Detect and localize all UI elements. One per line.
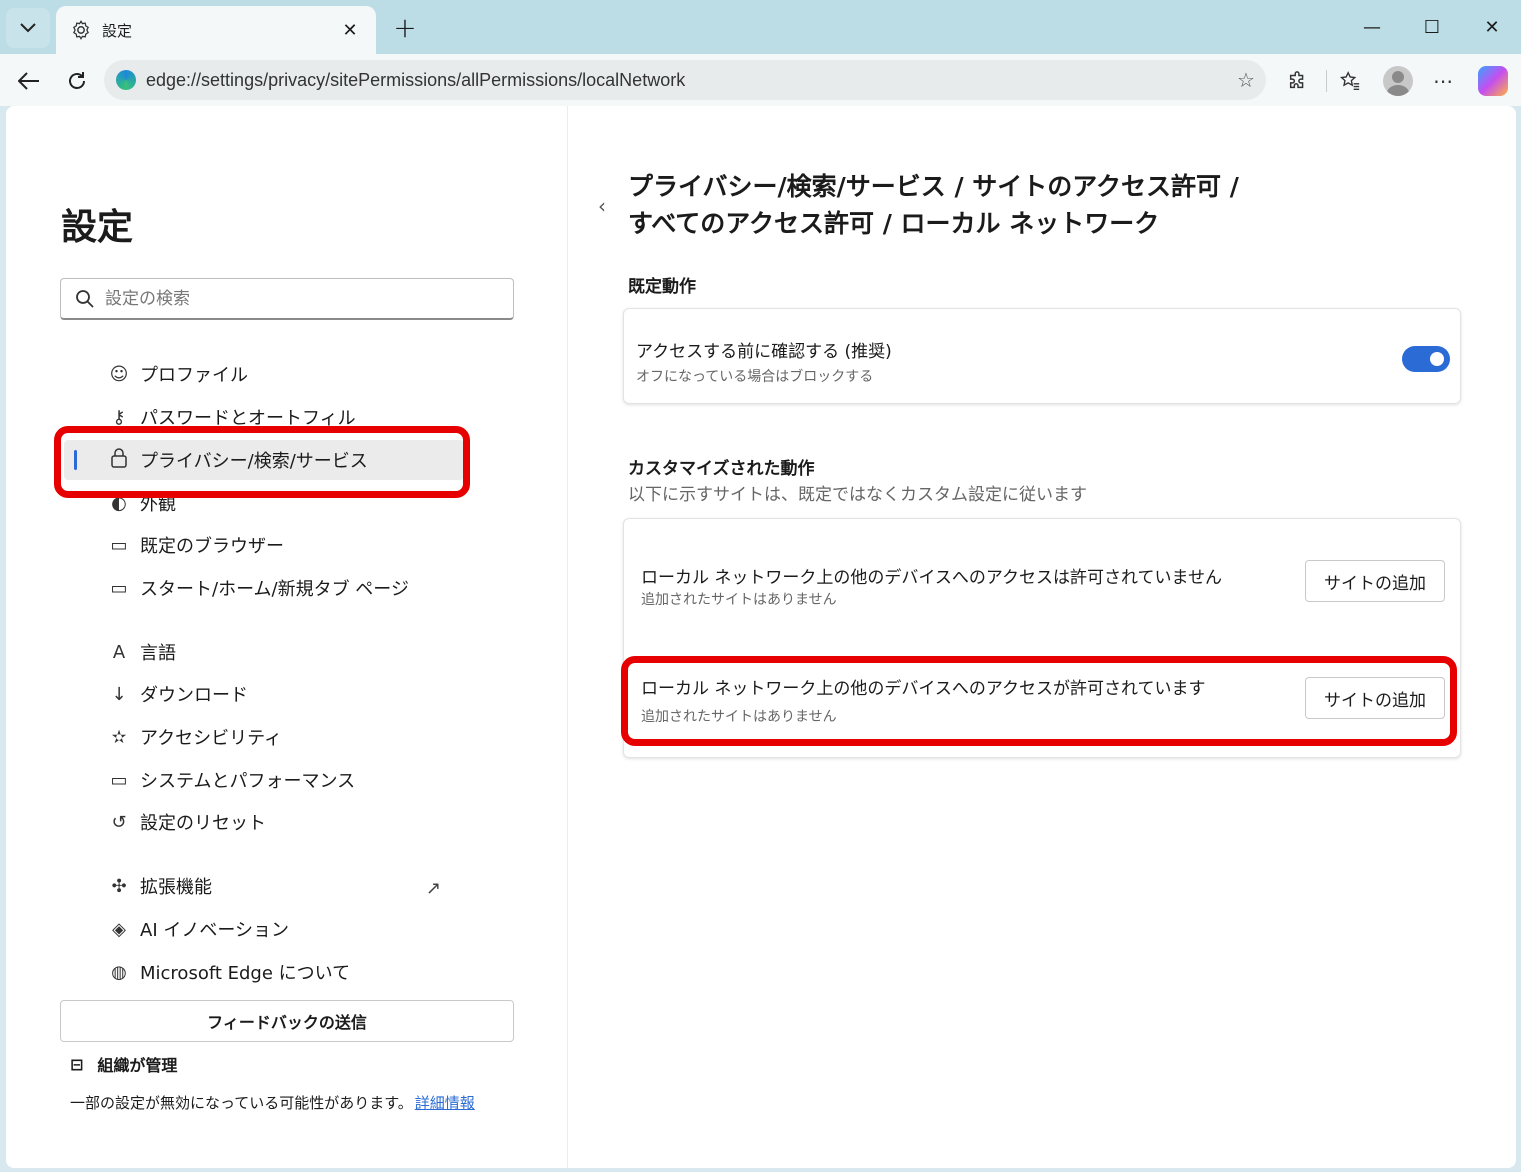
new-tab-button[interactable]: + xyxy=(390,11,420,44)
more-menu-button[interactable]: ⋯ xyxy=(1426,64,1460,98)
highlight-allowed-row xyxy=(621,656,1457,746)
close-tab-icon[interactable]: ✕ xyxy=(338,20,362,41)
sidebar-item-label: 既定のブラウザー xyxy=(140,536,284,557)
arrow-left-icon xyxy=(18,72,39,90)
managed-label: 組織が管理 xyxy=(97,1056,178,1075)
browser-icon: ▭ xyxy=(110,534,128,556)
sidebar-item-label: 言語 xyxy=(140,643,176,664)
ask-before-access-title: アクセスする前に確認する (推奨) xyxy=(636,342,892,362)
add-blocked-site-button[interactable]: サイトの追加 xyxy=(1305,560,1445,602)
page-title: 設定 xyxy=(61,207,134,248)
profile-avatar[interactable] xyxy=(1383,66,1413,96)
title-bar: 設定 ✕ + — ☐ ✕ xyxy=(0,0,1521,54)
tab-settings[interactable]: 設定 ✕ xyxy=(56,6,376,54)
sidebar-item-profile[interactable]: ☺ プロファイル xyxy=(64,354,464,394)
blocked-title: ローカル ネットワーク上の他のデバイスへのアクセスは許可されていません xyxy=(641,568,1223,588)
minimize-button[interactable]: — xyxy=(1352,10,1392,44)
sidebar-item-label: システムとパフォーマンス xyxy=(140,771,356,792)
laptop-icon: ▭ xyxy=(110,769,128,791)
sidebar-item-system[interactable]: ▭ システムとパフォーマンス xyxy=(64,760,464,800)
refresh-icon xyxy=(69,72,85,89)
sidebar-item-label: 拡張機能 xyxy=(140,877,212,898)
back-button[interactable] xyxy=(12,64,46,98)
gear-icon xyxy=(73,20,89,40)
breadcrumb-line-2: すべてのアクセス許可 / ローカル ネットワーク xyxy=(628,209,1160,238)
highlight-privacy-item xyxy=(54,426,470,498)
address-bar[interactable]: edge://settings/privacy/sitePermissions/… xyxy=(104,60,1266,100)
accessibility-icon: ✫ xyxy=(111,726,127,748)
sidebar-item-start-home[interactable]: ▭ スタート/ホーム/新規タブ ページ xyxy=(64,568,464,608)
ask-before-access-sub: オフになっている場合はブロックする xyxy=(636,369,874,385)
breadcrumb: プライバシー/検索/サービス / サイトのアクセス許可 / すべてのアクセス許可… xyxy=(628,168,1348,242)
chevron-down-icon xyxy=(20,23,36,33)
sidebar-item-language[interactable]: A 言語 xyxy=(64,632,464,672)
blocked-sub: 追加されたサイトはありません xyxy=(641,592,837,608)
default-behavior-heading: 既定動作 xyxy=(628,277,696,297)
favorites-button[interactable] xyxy=(1333,64,1367,98)
edge-icon: ◍ xyxy=(111,961,127,983)
settings-search[interactable] xyxy=(60,278,514,320)
settings-content: 設定 ☺ プロファイル ⚷ パスワードとオートフィル プライバシー/検索/サービ… xyxy=(6,106,1516,1168)
sidebar-item-label: Microsoft Edge について xyxy=(140,963,351,984)
managed-note: 一部の設定が無効になっている可能性があります。 詳細情報 xyxy=(70,1092,475,1113)
close-window-button[interactable]: ✕ xyxy=(1472,10,1512,44)
managed-note-text: 一部の設定が無効になっている可能性があります。 xyxy=(70,1094,413,1112)
puzzle-icon: ✣ xyxy=(111,875,127,897)
refresh-button[interactable] xyxy=(60,64,94,98)
custom-behavior-heading: カスタマイズされた動作 xyxy=(628,459,815,479)
feedback-button[interactable]: フィードバックの送信 xyxy=(60,1000,514,1042)
puzzle-icon xyxy=(1289,71,1304,89)
back-chevron-icon[interactable]: ‹ xyxy=(598,194,606,218)
sidebar-item-label: スタート/ホーム/新規タブ ページ xyxy=(140,579,409,600)
language-icon: A xyxy=(112,641,126,663)
maximize-button[interactable]: ☐ xyxy=(1412,10,1452,44)
reset-icon: ↺ xyxy=(111,811,127,833)
sidebar-item-label: AI イノベーション xyxy=(140,920,289,941)
favorite-star-icon[interactable]: ☆ xyxy=(1226,68,1266,92)
sidebar-item-label: プロファイル xyxy=(140,365,248,386)
tab-actions-button[interactable] xyxy=(6,8,50,48)
managed-by-org: ⊟ 組織が管理 xyxy=(70,1052,177,1076)
sidebar-item-ai-innovation[interactable]: ◈ AI イノベーション xyxy=(64,909,464,949)
settings-sidebar: 設定 ☺ プロファイル ⚷ パスワードとオートフィル プライバシー/検索/サービ… xyxy=(6,106,568,1168)
download-icon: ↓ xyxy=(111,683,127,705)
sidebar-item-label: ダウンロード xyxy=(140,685,248,706)
breadcrumb-line-1: プライバシー/検索/サービス / サイトのアクセス許可 / xyxy=(628,172,1239,201)
favorites-icon xyxy=(1340,71,1360,90)
briefcase-icon: ⊟ xyxy=(70,1054,84,1074)
search-input[interactable] xyxy=(105,288,513,309)
ask-before-access-toggle[interactable] xyxy=(1402,346,1450,372)
custom-behavior-sub: 以下に示すサイトは、既定ではなくカスタム設定に従います xyxy=(628,485,1087,505)
key-icon: ⚷ xyxy=(112,406,126,428)
sidebar-item-downloads[interactable]: ↓ ダウンロード xyxy=(64,674,464,714)
ellipsis-icon: ⋯ xyxy=(1433,69,1453,93)
home-page-icon: ▭ xyxy=(110,577,128,599)
external-link-icon[interactable]: ↗ xyxy=(426,878,441,899)
default-behavior-card: アクセスする前に確認する (推奨) オフになっている場合はブロックする xyxy=(623,308,1461,404)
ai-icon: ◈ xyxy=(112,918,126,940)
sidebar-item-default-browser[interactable]: ▭ 既定のブラウザー xyxy=(64,525,464,565)
details-link[interactable]: 詳細情報 xyxy=(415,1094,475,1112)
sidebar-item-label: アクセシビリティ xyxy=(140,728,283,749)
profile-icon: ☺ xyxy=(109,363,129,385)
sidebar-item-label: 設定のリセット xyxy=(140,813,266,834)
browser-toolbar: edge://settings/privacy/sitePermissions/… xyxy=(0,54,1521,106)
copilot-icon[interactable] xyxy=(1478,66,1508,96)
sidebar-item-reset[interactable]: ↺ 設定のリセット xyxy=(64,802,464,842)
toolbar-divider xyxy=(1326,70,1327,92)
url-text[interactable]: edge://settings/privacy/sitePermissions/… xyxy=(146,70,1226,91)
tab-title: 設定 xyxy=(102,21,133,40)
search-icon xyxy=(76,289,94,308)
edge-icon xyxy=(116,70,136,90)
sidebar-item-about[interactable]: ◍ Microsoft Edge について xyxy=(64,952,464,992)
sidebar-item-extensions[interactable]: ✣ 拡張機能 xyxy=(64,866,464,906)
sidebar-item-accessibility[interactable]: ✫ アクセシビリティ xyxy=(64,717,464,757)
extensions-button[interactable] xyxy=(1281,64,1315,98)
